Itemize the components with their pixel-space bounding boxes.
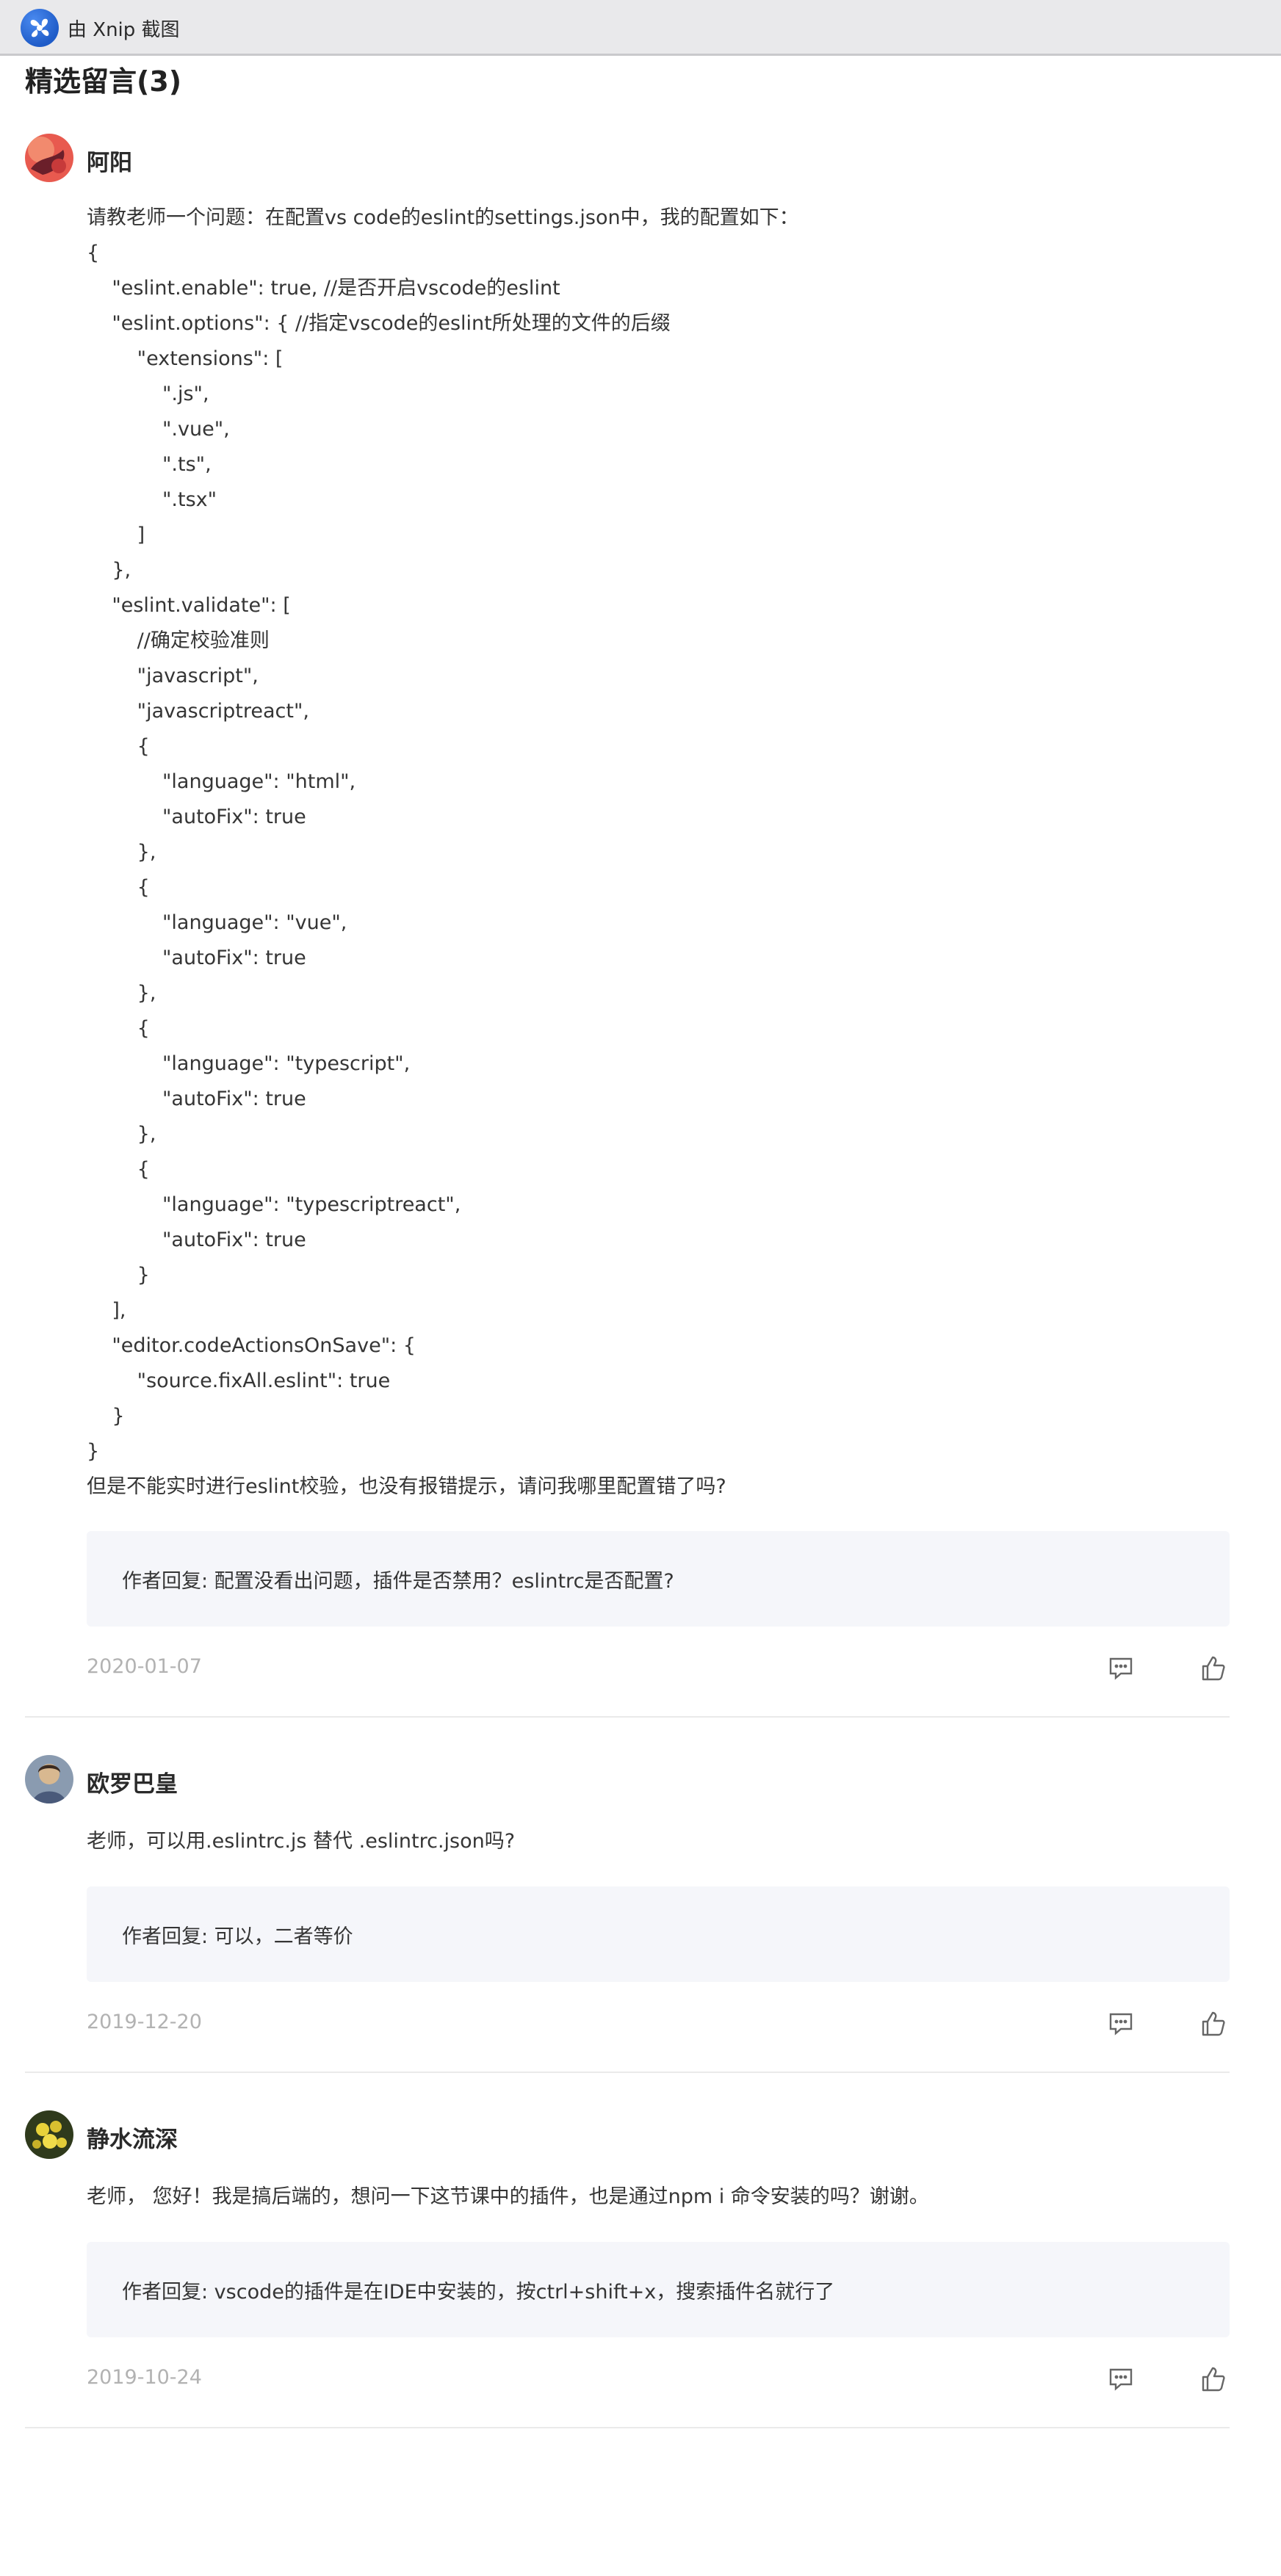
comment-username[interactable]: 阿阳 (87, 144, 132, 177)
comment-content: 老师，可以用.eslintrc.js 替代 .eslintrc.json吗? (87, 1830, 516, 1853)
author-reply: 作者回复: vscode的插件是在IDE中安装的，按ctrl+shift+x，搜… (87, 2242, 1230, 2337)
comment-content: 请教老师一个问题：在配置vs code的eslint的settings.json… (87, 206, 799, 1498)
author-reply: 作者回复: 可以，二者等价 (87, 1886, 1230, 1982)
author-reply-text: 作者回复: 可以，二者等价 (122, 1925, 353, 1948)
comment-date: 2019-10-24 (87, 2366, 202, 2389)
window-titlebar: 由 Xnip 截图 (0, 0, 1281, 56)
comment-content: 老师， 您好！我是搞后端的，想问一下这节课中的插件，也是通过npm i 命令安装… (87, 2185, 929, 2208)
comment-icon[interactable] (1106, 1654, 1136, 1683)
xnip-logo-icon (21, 9, 59, 47)
comment-date: 2020-01-07 (87, 1655, 202, 1678)
divider (25, 2072, 1230, 2073)
comment-username[interactable]: 欧罗巴皇 (87, 1765, 178, 1798)
avatar-portrait-icon[interactable] (25, 1755, 73, 1803)
thumbs-up-icon[interactable] (1199, 2009, 1228, 2038)
author-reply-text: 作者回复: 配置没看出问题，插件是否禁用？eslintrc是否配置? (122, 1570, 674, 1593)
thumbs-up-icon[interactable] (1199, 2365, 1228, 2394)
avatar-red-icon[interactable] (25, 134, 73, 182)
author-reply: 作者回复: 配置没看出问题，插件是否禁用？eslintrc是否配置? (87, 1531, 1230, 1627)
divider (25, 2427, 1230, 2428)
avatar-flower-icon[interactable] (25, 2110, 73, 2159)
comment-icon[interactable] (1106, 2365, 1136, 2394)
section-title: 精选留言(3) (25, 65, 182, 98)
comment-username[interactable]: 静水流深 (87, 2121, 178, 2154)
thumbs-up-icon[interactable] (1199, 1654, 1228, 1683)
window-title: 由 Xnip 截图 (68, 19, 180, 41)
comment-date: 2019-12-20 (87, 2011, 202, 2033)
divider (25, 1716, 1230, 1718)
comment-icon[interactable] (1106, 2009, 1136, 2038)
author-reply-text: 作者回复: vscode的插件是在IDE中安装的，按ctrl+shift+x，搜… (122, 2281, 835, 2304)
